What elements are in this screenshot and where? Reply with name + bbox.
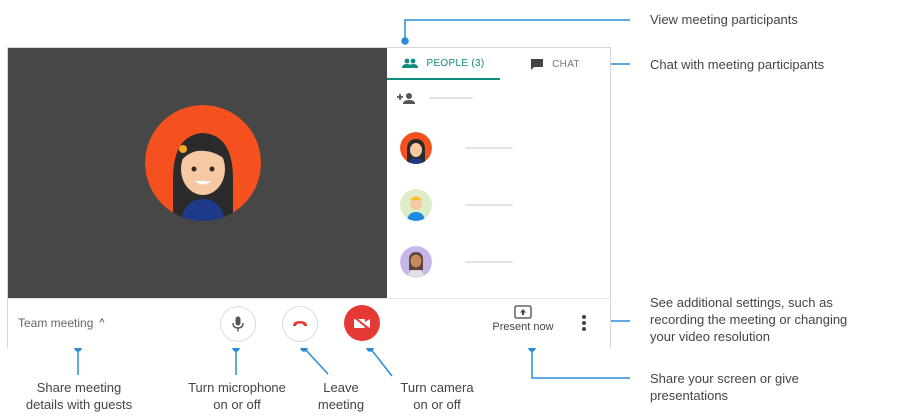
annotation-additional-settings: See additional settings, such as recordi…	[650, 294, 847, 345]
participant-avatar	[400, 189, 432, 221]
tab-chat[interactable]: CHAT	[500, 48, 610, 80]
speaker-avatar	[145, 105, 261, 221]
annotation-mic-line: on or off	[213, 397, 261, 412]
present-now-label: Present now	[492, 321, 554, 333]
present-screen-icon	[514, 305, 532, 319]
panel-tabs: PEOPLE (3) CHAT	[387, 48, 610, 80]
add-people-placeholder-line	[429, 97, 473, 99]
tab-chat-label: CHAT	[552, 58, 580, 70]
annotation-share-line: Share your screen or give	[650, 371, 799, 386]
annotation-settings-line: your video resolution	[650, 329, 770, 344]
leave-meeting-button[interactable]	[282, 306, 318, 342]
phone-hangup-icon	[293, 321, 307, 326]
annotation-view-participants: View meeting participants	[650, 12, 798, 27]
microphone-button[interactable]	[220, 306, 256, 342]
annotation-camera-line: Turn camera	[400, 380, 474, 395]
add-people-row[interactable]	[397, 92, 473, 104]
annotation-settings-line: See additional settings, such as	[650, 295, 833, 310]
annotation-camera-line: on or off	[413, 397, 461, 412]
participant-avatar	[400, 246, 432, 278]
camera-toggle-button[interactable]	[344, 305, 380, 341]
participant-name-placeholder	[465, 204, 513, 206]
annotation-share-screen: Share your screen or give presentations	[650, 370, 799, 404]
add-person-icon	[397, 93, 415, 104]
meet-window: PEOPLE (3) CHAT Team meeting ^ Present n…	[7, 47, 611, 348]
tab-people-label: PEOPLE (3)	[426, 57, 485, 69]
microphone-icon	[232, 316, 244, 332]
chevron-up-icon: ^	[99, 317, 105, 329]
participant-row[interactable]	[400, 188, 600, 222]
annotation-settings-line: recording the meeting or changing	[650, 312, 848, 327]
annotation-leave-meeting: Leave meeting	[306, 379, 376, 413]
participant-row[interactable]	[400, 245, 600, 279]
tab-people[interactable]: PEOPLE (3)	[387, 48, 500, 80]
annotation-camera: Turn camera on or off	[384, 379, 490, 413]
camera-off-icon	[353, 316, 370, 330]
annotation-leave-line: Leave	[323, 380, 359, 395]
annotation-chat-participants: Chat with meeting participants	[650, 57, 825, 72]
annotation-microphone: Turn microphone on or off	[176, 379, 298, 413]
present-now-button[interactable]: Present now	[488, 305, 558, 333]
chat-icon	[531, 58, 544, 70]
annotation-details-line: details with guests	[25, 397, 133, 412]
annotation-mic-line: Turn microphone	[188, 380, 286, 395]
main-video-area	[8, 48, 387, 298]
meeting-title: Team meeting	[18, 316, 94, 330]
annotation-meeting-details: Share meeting details with guests	[16, 379, 142, 413]
participants-panel: PEOPLE (3) CHAT	[387, 48, 610, 298]
annotation-details-line: Share meeting	[36, 380, 122, 395]
meeting-details-toggle[interactable]: Team meeting ^	[18, 316, 105, 330]
participant-row[interactable]	[400, 131, 600, 165]
participant-avatar	[400, 132, 432, 164]
control-bar: Team meeting ^ Present now	[8, 298, 610, 348]
participant-name-placeholder	[465, 261, 513, 263]
annotation-leave-line: meeting	[317, 397, 365, 412]
annotation-share-line: presentations	[650, 388, 729, 403]
more-vert-icon	[582, 315, 586, 331]
more-options-button[interactable]	[581, 314, 587, 337]
participant-name-placeholder	[465, 147, 513, 149]
people-icon	[402, 58, 419, 68]
